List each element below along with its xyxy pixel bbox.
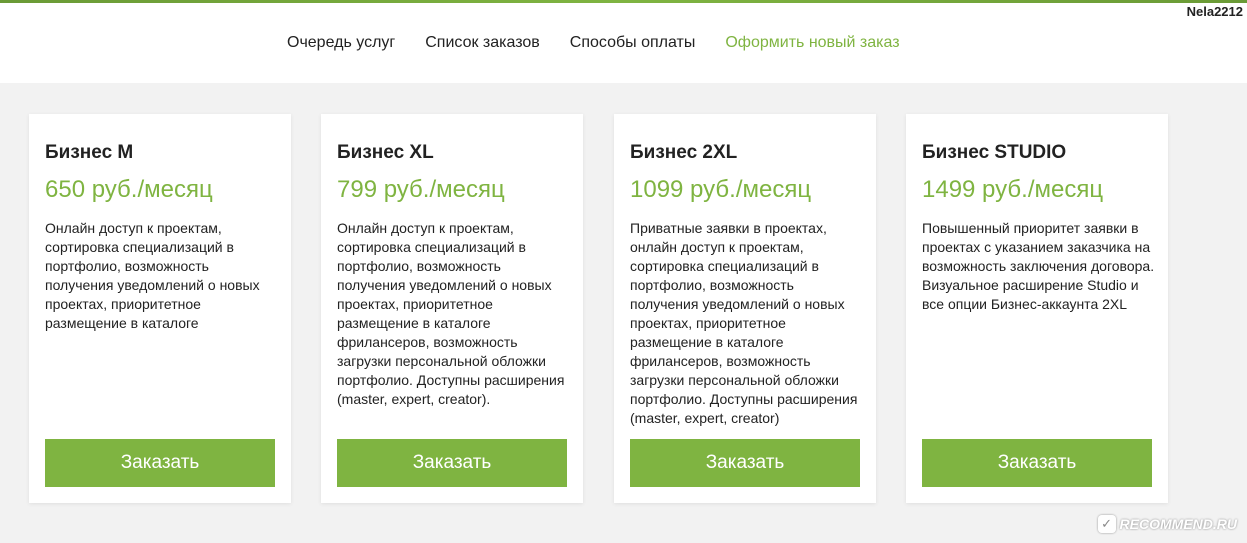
username[interactable]: Nela2212	[1187, 4, 1243, 19]
plan-description: Повышенный приоритет заявки в проектах с…	[922, 220, 1155, 312]
order-button[interactable]: Заказать	[337, 439, 567, 487]
nav-item-new-order[interactable]: Оформить новый заказ	[725, 34, 899, 52]
nav-item-order-list[interactable]: Список заказов	[425, 34, 540, 52]
plan-price: 1499 руб./месяц	[922, 176, 1104, 203]
order-button[interactable]: Заказать	[45, 439, 275, 487]
plan-price: 799 руб./месяц	[337, 176, 505, 203]
plan-title: Бизнес M	[45, 142, 134, 163]
recommend-logo-icon: ✓	[1097, 515, 1116, 533]
order-button[interactable]: Заказать	[922, 439, 1152, 487]
nav-item-service-queue[interactable]: Очередь услуг	[287, 34, 395, 52]
nav-item-payment-methods[interactable]: Способы оплаты	[570, 34, 696, 52]
order-button[interactable]: Заказать	[630, 439, 860, 487]
main-nav: Очередь услуг Список заказов Способы опл…	[287, 34, 900, 52]
plan-description: Онлайн доступ к проектам, сортировка спе…	[45, 220, 260, 331]
plan-price: 1099 руб./месяц	[630, 176, 812, 203]
header: Nela2212 Очередь услуг Список заказов Сп…	[0, 3, 1247, 83]
plan-price: 650 руб./месяц	[45, 176, 213, 203]
watermark-text: RECOMMEND.RU	[1119, 516, 1237, 532]
plan-title: Бизнес 2XL	[630, 142, 738, 163]
plan-card-business-2xl: Бизнес 2XL 1099 руб./месяц Приватные зая…	[614, 114, 876, 503]
plan-card-business-xl: Бизнес XL 799 руб./месяц Онлайн доступ к…	[321, 114, 583, 503]
plan-card-business-m: Бизнес M 650 руб./месяц Онлайн доступ к …	[29, 114, 291, 503]
plan-card-business-studio: Бизнес STUDIO 1499 руб./месяц Повышенный…	[906, 114, 1168, 503]
plan-title: Бизнес XL	[337, 142, 434, 163]
plan-description: Приватные заявки в проектах, онлайн дост…	[630, 220, 858, 426]
plan-title: Бизнес STUDIO	[922, 142, 1067, 163]
plan-description: Онлайн доступ к проектам, сортировка спе…	[337, 220, 565, 407]
watermark: ✓ RECOMMEND.RU	[1097, 515, 1237, 533]
